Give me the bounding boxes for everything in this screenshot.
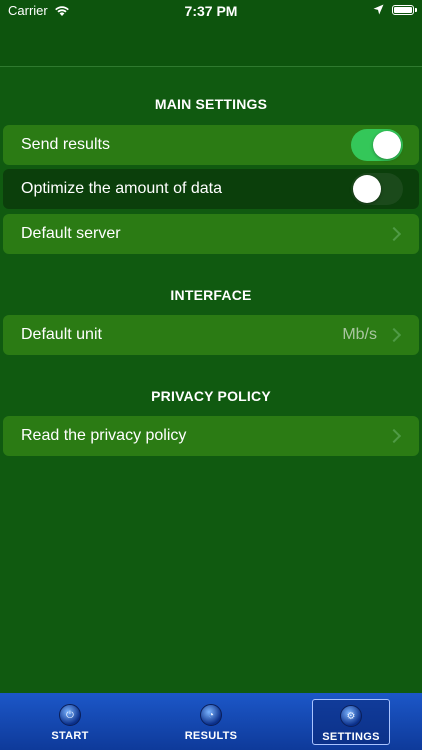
battery-icon [392,4,417,15]
toggle-knob [373,131,401,159]
tab-bar: ⏻ START ◔ RESULTS ⚙ SETTINGS [0,693,422,750]
toggle-knob [353,175,381,203]
tab-settings-label: SETTINGS [322,731,380,743]
read-privacy-policy-row[interactable]: Read the privacy policy [3,416,419,456]
power-icon: ⏻ [59,704,81,726]
location-arrow-icon [373,4,384,15]
tab-results[interactable]: ◔ RESULTS [170,699,252,745]
chevron-right-icon [386,327,402,343]
section-header-interface: INTERFACE [170,287,252,303]
status-bar: Carrier 7:37 PM [0,0,422,24]
default-unit-row[interactable]: Default unit Mb/s [3,315,419,355]
battery-level [394,6,412,13]
tab-start[interactable]: ⏻ START [30,699,110,745]
send-results-row: Send results [3,125,419,165]
default-server-label: Default server [21,225,121,242]
default-server-row[interactable]: Default server [3,214,419,254]
tab-settings[interactable]: ⚙ SETTINGS [312,699,390,745]
default-unit-label: Default unit [21,326,102,343]
send-results-label: Send results [21,136,110,153]
settings-icon: ⚙ [340,705,362,727]
results-icon: ◔ [200,704,222,726]
chevron-right-icon [386,226,402,242]
tab-results-label: RESULTS [184,730,238,742]
send-results-toggle[interactable] [351,129,403,161]
status-time: 7:37 PM [184,3,238,19]
status-right [373,4,417,15]
section-header-main-settings: MAIN SETTINGS [154,96,268,112]
optimize-data-row: Optimize the amount of data [3,169,419,209]
tab-start-label: START [51,730,89,742]
default-unit-value: Mb/s [342,326,377,343]
read-privacy-policy-label: Read the privacy policy [21,427,187,444]
navigation-bar [0,24,422,67]
optimize-data-toggle[interactable] [351,173,403,205]
section-header-privacy-policy: PRIVACY POLICY [151,388,271,404]
optimize-data-label: Optimize the amount of data [21,180,222,197]
chevron-right-icon [386,428,402,444]
